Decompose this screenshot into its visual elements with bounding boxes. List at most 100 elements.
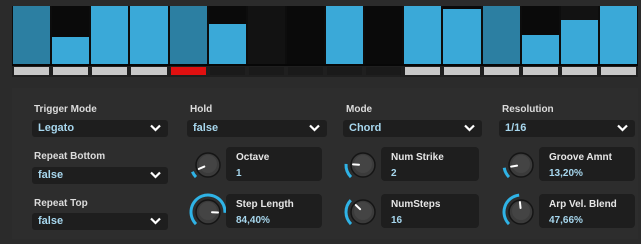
step-page-tab[interactable] (561, 67, 597, 75)
num-steps-knob[interactable] (343, 192, 383, 232)
arpeggiator-panel: Trigger Mode Legato Repeat Bottom false … (0, 0, 641, 244)
step-page-tab[interactable] (92, 67, 128, 75)
chevron-down-icon (150, 124, 161, 132)
hold-value: false (193, 122, 219, 134)
step-length-value: 84,40% (236, 215, 270, 226)
repeat-top-label: Repeat Top (34, 198, 88, 209)
groove-amnt-label: Groove Amnt (549, 152, 612, 163)
step-value-bar (91, 6, 129, 70)
repeat-bottom-dropdown[interactable]: false (32, 167, 168, 184)
sequencer-step[interactable] (286, 6, 324, 70)
knob-pointer (518, 201, 522, 210)
mode-value: Chord (349, 122, 382, 134)
knob-highlight (199, 202, 217, 220)
sequencer-step[interactable] (130, 6, 168, 70)
hold-dropdown[interactable]: false (187, 120, 327, 137)
step-length-readout: Step Length 84,40% (226, 194, 322, 228)
num-steps-readout: NumSteps 16 (381, 194, 479, 228)
sequencer-step[interactable] (52, 6, 90, 70)
step-value-bar (326, 6, 364, 70)
step-page-tab[interactable] (600, 67, 636, 75)
groove-amnt-knob[interactable] (501, 145, 541, 185)
step-page-tab[interactable] (366, 67, 402, 75)
chevron-down-icon (150, 217, 161, 225)
sequencer-step[interactable] (247, 6, 285, 70)
step-value-bar (404, 6, 442, 70)
chevron-down-icon (309, 124, 320, 132)
step-length-label: Step Length (236, 199, 294, 210)
sequencer-step[interactable] (326, 6, 364, 70)
step-page-tab[interactable] (405, 67, 441, 75)
resolution-value: 1/16 (505, 122, 527, 134)
knob-value-arc (191, 171, 198, 179)
knob-graphic (502, 193, 534, 226)
step-value-bar (169, 6, 207, 70)
sequencer-step[interactable] (169, 6, 207, 70)
sequencer-step[interactable] (443, 6, 481, 70)
step-page-tab[interactable] (209, 67, 245, 75)
step-page-tab[interactable] (14, 67, 50, 75)
sequencer-step[interactable] (521, 6, 559, 70)
step-page-tab[interactable] (483, 67, 519, 75)
trigger-mode-label: Trigger Mode (34, 104, 97, 115)
step-page-tab[interactable] (131, 67, 167, 75)
mode-label: Mode (346, 104, 373, 115)
num-steps-value: 16 (391, 215, 403, 226)
arp-vel-blend-label: Arp Vel. Blend (549, 199, 617, 210)
arp-vel-blend-value: 47,66% (549, 215, 583, 226)
step-page-tab[interactable] (522, 67, 558, 75)
knob-graphic (344, 199, 376, 226)
mode-dropdown[interactable]: Chord (343, 120, 482, 137)
step-page-tab[interactable] (444, 67, 480, 75)
octave-knob[interactable] (188, 145, 228, 185)
step-value-bar (130, 6, 168, 70)
step-page-tab[interactable] (170, 67, 206, 75)
octave-value: 1 (236, 168, 242, 179)
sequencer-step[interactable] (91, 6, 129, 70)
knob-highlight (512, 155, 530, 173)
groove-amnt-value: 13,20% (549, 168, 583, 179)
sequencer-step[interactable] (599, 6, 637, 70)
groove-amnt-readout: Groove Amnt 13,20% (539, 147, 635, 181)
resolution-label: Resolution (502, 104, 554, 115)
step-sequencer (12, 6, 638, 70)
step-page-tab[interactable] (327, 67, 363, 75)
repeat-bottom-label: Repeat Bottom (34, 151, 106, 162)
resolution-dropdown[interactable]: 1/16 (499, 120, 635, 137)
sequencer-step[interactable] (482, 6, 520, 70)
sequencer-step[interactable] (404, 6, 442, 70)
repeat-top-dropdown[interactable]: false (32, 213, 168, 230)
num-strike-knob[interactable] (343, 145, 383, 185)
chevron-down-icon (464, 124, 475, 132)
knob-graphic (344, 152, 376, 179)
knob-highlight (199, 155, 217, 173)
knob-value-arc (344, 163, 353, 179)
num-steps-label: NumSteps (391, 199, 441, 210)
step-value-bar (599, 6, 637, 70)
num-strike-readout: Num Strike 2 (381, 147, 479, 181)
sequencer-step[interactable] (560, 6, 598, 70)
knob-value-arc (344, 199, 353, 226)
octave-readout: Octave 1 (226, 147, 322, 181)
sequencer-step[interactable] (208, 6, 246, 70)
repeat-top-value: false (38, 215, 64, 227)
knob-graphic (502, 152, 534, 179)
sequencer-step[interactable] (365, 6, 403, 70)
arp-vel-blend-knob[interactable] (501, 192, 541, 232)
trigger-mode-value: Legato (38, 122, 75, 134)
step-page-tab[interactable] (53, 67, 89, 75)
step-length-knob[interactable] (188, 192, 228, 232)
step-page-tab[interactable] (287, 67, 323, 75)
chevron-down-icon (150, 171, 161, 179)
step-page-tab[interactable] (248, 67, 284, 75)
step-value-bar (443, 9, 481, 70)
step-value-bar (13, 6, 51, 70)
step-value-bar (482, 6, 520, 70)
num-strike-value: 2 (391, 168, 397, 179)
knob-graphic (189, 193, 227, 226)
num-strike-label: Num Strike (391, 152, 444, 163)
arp-settings-panel: Trigger Mode Legato Repeat Bottom false … (12, 88, 638, 239)
step-value-bar (560, 20, 598, 70)
sequencer-step[interactable] (13, 6, 51, 70)
trigger-mode-dropdown[interactable]: Legato (32, 120, 168, 137)
